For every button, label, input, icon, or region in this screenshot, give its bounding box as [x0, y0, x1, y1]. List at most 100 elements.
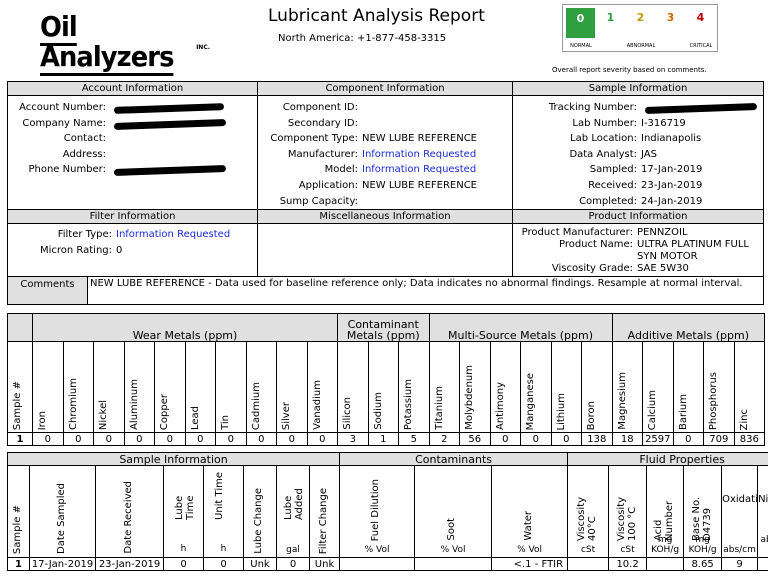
- info-row: Application: NEW LUBE REFERENCE: [259, 178, 512, 194]
- fluid-col-header: Base No. D4739 mg KOH/g: [683, 465, 723, 558]
- info-row: Lab Location: Indianapolis: [514, 131, 763, 147]
- field-label: Received:: [588, 179, 637, 191]
- fluid-value: [339, 557, 416, 571]
- field-value: Indianapolis: [641, 133, 702, 145]
- fluid-col-label: Nitration: [758, 494, 768, 505]
- metal-col-header: Phosphorus: [703, 341, 735, 433]
- fluid-col-header: Viscosity 100 °C cSt: [608, 465, 648, 558]
- fluid-col-header: Date Sampled: [29, 465, 96, 558]
- fluid-col-label: Date Sampled: [55, 483, 67, 554]
- info-row: SYN MOTOR: [514, 251, 763, 263]
- metal-col-label: Boron: [586, 400, 598, 430]
- info-row: Product Manufacturer: PENNZOIL: [514, 227, 763, 239]
- field-value: [358, 116, 362, 132]
- fluid-col-header: Lube Change: [243, 465, 277, 558]
- severity-scale: 0 NORMAL 1 2 ABNORMAL 3 4 CRITICAL: [562, 4, 718, 52]
- field-label: Secondary ID:: [287, 117, 358, 129]
- metal-col-header: Silver: [276, 341, 308, 433]
- component-info: Component ID: Secondary ID: Component Type…: [257, 94, 513, 211]
- fluid-value: <.1 - FTIR: [491, 557, 569, 571]
- fluid-col-unit: % Vol: [517, 545, 542, 555]
- metal-col-header: Sodium: [367, 341, 399, 433]
- logo-inc: INC.: [196, 44, 210, 51]
- metal-col-label: Aluminum: [128, 379, 140, 430]
- report-title: Lubricant Analysis Report: [268, 6, 485, 26]
- metals-table: Wear Metals (ppm) Contaminant Metals (ppm…: [7, 313, 766, 446]
- metal-col-header: Zinc: [733, 341, 766, 433]
- fluid-col-unit: % Vol: [440, 545, 466, 555]
- metal-value: 3: [337, 432, 369, 446]
- fluid-value: [414, 557, 493, 571]
- info-row: Sump Capacity:: [259, 194, 512, 209]
- metal-col-label: Potassium: [403, 378, 414, 430]
- account-info: Account Number: Company Name: Contact: Addr…: [7, 94, 258, 211]
- field-label: Tracking Number:: [548, 102, 637, 113]
- redaction-bar: [644, 103, 758, 114]
- field-value: [637, 100, 641, 116]
- metal-col-header: Titanium: [428, 341, 461, 433]
- severity-note: Overall report severity based on comment…: [552, 66, 707, 74]
- metal-col-header: Nickel: [93, 341, 125, 433]
- severity-label: CRITICAL: [689, 43, 713, 49]
- fluid-col-header: Viscosity 40°C cSt: [567, 465, 610, 558]
- field-value: 23-Jan-2019: [641, 179, 703, 191]
- fluid-col-unit: gal: [286, 545, 300, 555]
- filter-info: Filter Type: Information Requested Micron …: [7, 223, 258, 278]
- metal-value: 0: [306, 432, 338, 446]
- severity-box-2: 2: [626, 8, 655, 38]
- metal-col-label: Sodium: [372, 392, 384, 430]
- fluid-col-label: Sample #: [11, 504, 23, 554]
- field-label: Sampled:: [589, 164, 637, 176]
- fluid-group-header: Contaminants: [339, 452, 569, 466]
- metal-col-label: Copper: [159, 393, 170, 430]
- field-value: I-316719: [641, 117, 686, 129]
- metal-value: 0: [32, 432, 64, 446]
- metals-group-header: Contaminant Metals (ppm): [337, 313, 430, 342]
- fluid-col-unit: abs/cm: [723, 545, 756, 555]
- metal-value: 0: [489, 432, 522, 446]
- fluid-col-header: Nitration abs/0.1 mm: [757, 465, 768, 558]
- field-label: Application:: [298, 179, 358, 191]
- fluid-col-header: Oxidation abs/cm: [721, 465, 759, 558]
- metal-col-label: Calcium: [647, 389, 659, 430]
- metal-col-label: Tin: [220, 415, 231, 430]
- metal-value: 0: [245, 432, 277, 446]
- metal-col-header: Vanadium: [306, 341, 338, 433]
- metal-col-label: Chromium: [67, 378, 79, 430]
- fluid-value: Unk: [308, 557, 341, 571]
- info-row: Component ID:: [259, 100, 512, 116]
- metal-col-label: Phosphorus: [708, 371, 720, 430]
- info-row: Filter Type: Information Requested: [9, 227, 257, 243]
- metals-group-blank: [7, 313, 33, 342]
- field-value: [106, 116, 110, 132]
- fluid-value: 3: [757, 557, 768, 571]
- fluid-col-header: Lube Added gal: [276, 465, 310, 558]
- info-row: Lab Number: I-316719: [514, 116, 763, 132]
- fluid-value: 17-Jan-2019: [29, 557, 96, 571]
- field-label: Lab Location:: [570, 133, 637, 145]
- field-value: NEW LUBE REFERENCE: [362, 133, 477, 145]
- metal-col-header: Magnesium: [611, 341, 644, 433]
- severity-box-1: 1: [596, 8, 625, 38]
- metal-col-header: Sample #: [7, 341, 33, 433]
- severity-box-3: 3: [656, 8, 685, 38]
- metal-value: 0: [520, 432, 552, 446]
- fluid-value: 23-Jan-2019: [95, 557, 164, 571]
- phone-line: North America: +1-877-458-3315: [278, 33, 447, 44]
- fluid-col-header: Fuel Dilution % Vol: [339, 465, 416, 558]
- info-row: Contact:: [9, 131, 257, 147]
- field-value: NEW LUBE REFERENCE: [362, 179, 477, 191]
- filter-header: Filter Information: [7, 209, 258, 225]
- fluid-col-label: Lube Time: [173, 495, 196, 520]
- metal-col-label: Lithium: [555, 392, 567, 430]
- redaction-bar: [113, 165, 227, 177]
- field-label: Manufacturer:: [287, 148, 358, 160]
- fluid-col-header: Sample #: [7, 465, 30, 558]
- metal-col-header: Boron: [581, 341, 613, 433]
- field-value: 24-Jan-2019: [641, 195, 703, 207]
- field-value: [106, 100, 110, 116]
- fluid-col-unit: h: [180, 544, 187, 554]
- company-logo: Oil Analyzers INC.: [40, 10, 214, 76]
- fluid-col-label: Viscosity 40°C: [576, 496, 599, 541]
- fluid-col-label: Oxidation: [722, 494, 758, 505]
